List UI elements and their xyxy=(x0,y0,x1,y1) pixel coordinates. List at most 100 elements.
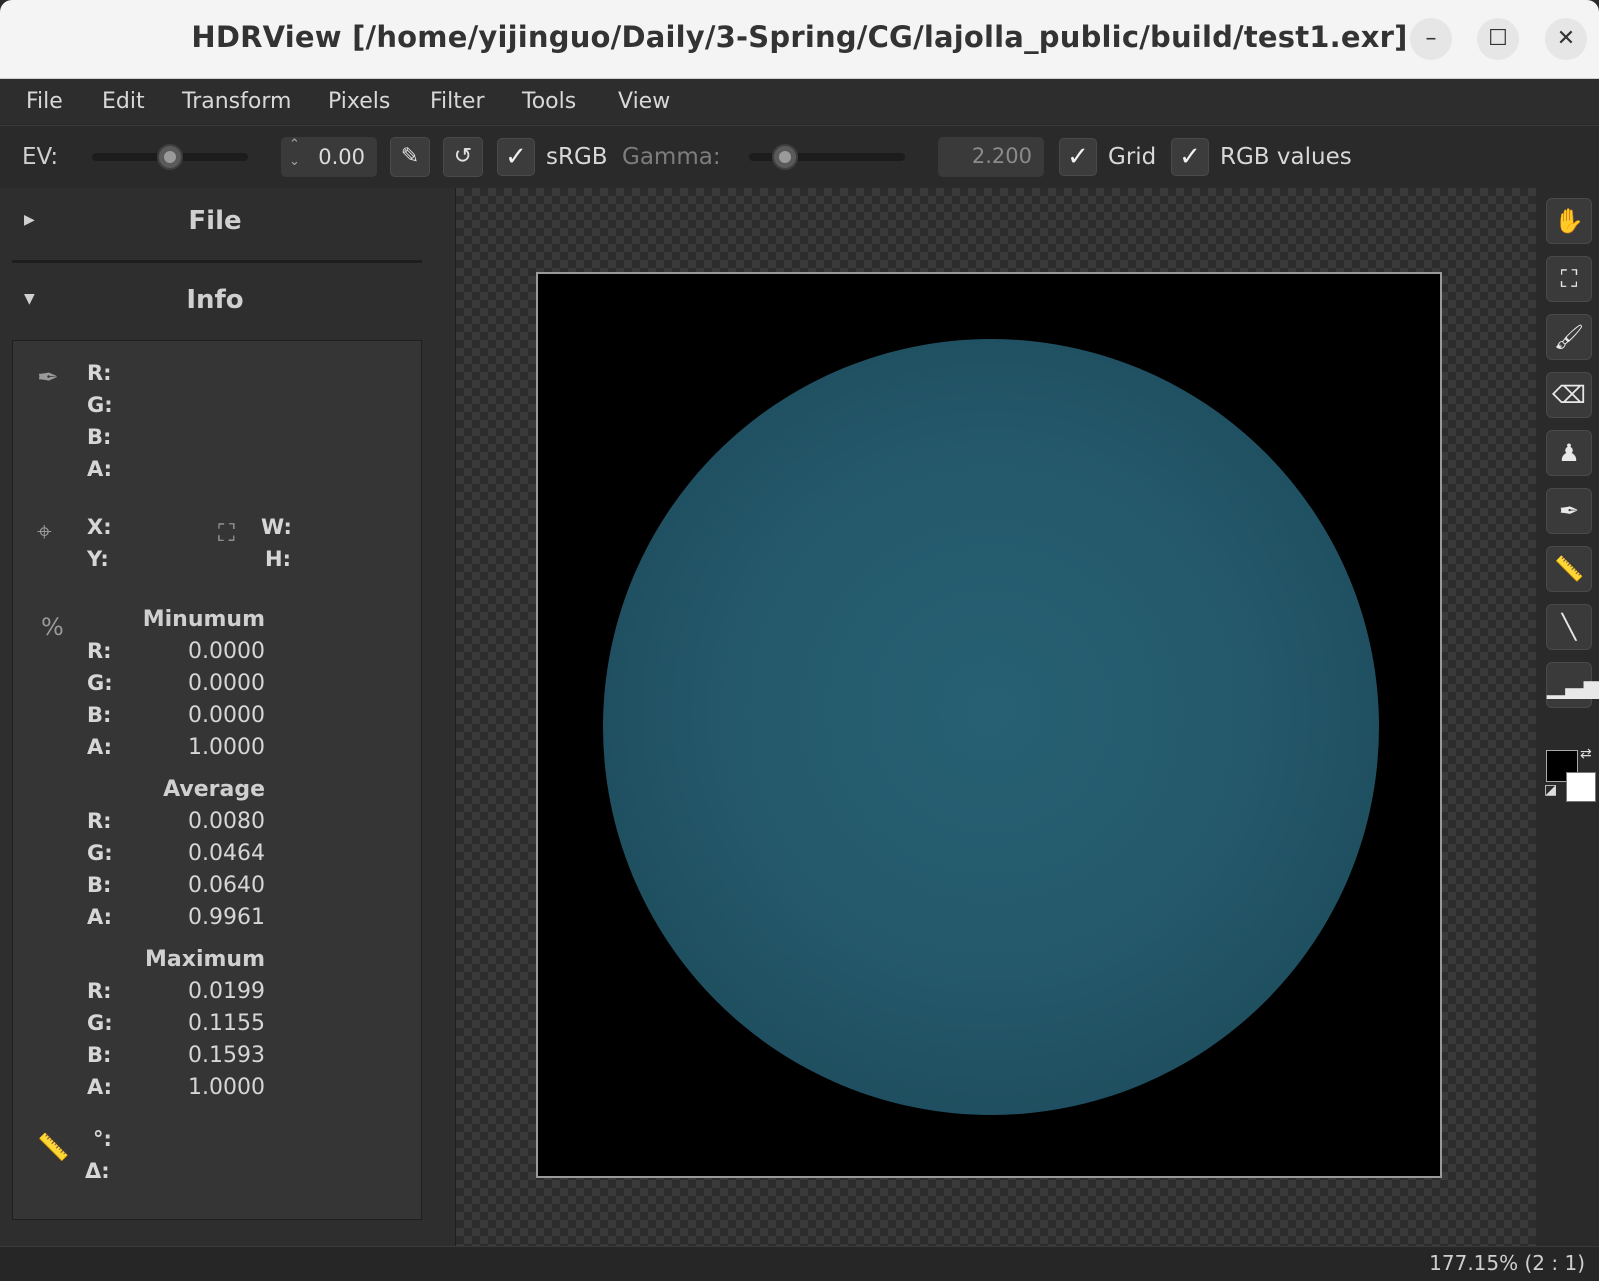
undo-icon: ↺ xyxy=(453,144,473,169)
ruler-icon: 📏 xyxy=(1554,555,1584,583)
min-g-label: G: xyxy=(87,671,113,695)
line-tool-button[interactable]: ╲ xyxy=(1546,604,1592,650)
srgb-label: sRGB xyxy=(546,144,608,170)
toolbar: EV: ⌃ ⌄ 0.00 ✎ ↺ ✓ sRGB Gamma: 2.200 ✓ G… xyxy=(0,125,1599,188)
pixel-g-label: G: xyxy=(87,393,113,417)
info-section-header[interactable]: Info xyxy=(0,285,430,315)
eyedropper-tool-button[interactable]: ✒ xyxy=(1546,488,1592,534)
y-label: Y: xyxy=(87,547,109,571)
statistics-icon: % xyxy=(41,613,64,641)
check-icon: ✓ xyxy=(505,142,527,172)
maximize-button[interactable]: ☐ xyxy=(1477,18,1519,60)
fit-icon: ⛶ xyxy=(1560,265,1578,293)
max-b-label: B: xyxy=(87,1043,112,1067)
status-bar: 177.15% (2 : 1) xyxy=(0,1246,1599,1281)
stepper-down-icon[interactable]: ⌄ xyxy=(289,154,300,169)
gamma-slider-knob[interactable] xyxy=(772,144,798,170)
tool-palette: ✋ ⛶ 🖌 ⌫ ♟ ✒ 📏 ╲ ▁▃▅▇ ⇄ ◪ xyxy=(1536,188,1599,1246)
avg-a-label: A: xyxy=(87,905,113,929)
avg-a-value: 0.9961 xyxy=(188,905,265,930)
select-tool-button[interactable]: ⛶ xyxy=(1546,256,1592,302)
w-label: W: xyxy=(261,515,292,539)
menu-tools[interactable]: Tools xyxy=(522,89,576,114)
file-section-header[interactable]: File xyxy=(0,206,430,236)
menu-bar: File Edit Transform Pixels Filter Tools … xyxy=(0,79,1599,124)
side-panel: ▶ File ▼ Info ✒ R: G: B: A: ⌖ X: Y: ⛶ W:… xyxy=(0,188,456,1246)
close-button[interactable]: ✕ xyxy=(1545,18,1587,60)
max-a-label: A: xyxy=(87,1075,113,1099)
max-r-value: 0.0199 xyxy=(188,979,265,1004)
rgb-values-checkbox[interactable]: ✓ xyxy=(1171,138,1209,176)
min-r-label: R: xyxy=(87,639,112,663)
avg-g-value: 0.0464 xyxy=(188,841,265,866)
ev-label: EV: xyxy=(22,144,59,170)
delta-label: Δ: xyxy=(85,1159,110,1183)
menu-edit[interactable]: Edit xyxy=(102,89,145,114)
histogram-tool-button[interactable]: ▁▃▅▇ xyxy=(1546,662,1599,708)
brush-icon: 🖌 xyxy=(1553,323,1585,351)
rgb-values-label: RGB values xyxy=(1220,144,1352,170)
ev-stepper[interactable]: ⌃ ⌄ 0.00 xyxy=(281,137,377,177)
rendered-sphere xyxy=(603,339,1379,1115)
brush-tool-button[interactable]: 🖌 xyxy=(1546,314,1592,360)
auto-exposure-button[interactable]: ✎ xyxy=(390,137,430,177)
title-bar: HDRView [/home/yijinguo/Daily/3-Spring/C… xyxy=(0,0,1599,79)
menu-pixels[interactable]: Pixels xyxy=(328,89,390,114)
pixel-r-label: R: xyxy=(87,361,112,385)
reset-exposure-button[interactable]: ↺ xyxy=(443,137,483,177)
minimize-button[interactable]: – xyxy=(1410,18,1452,60)
reset-colors-icon[interactable]: ◪ xyxy=(1544,782,1557,798)
ruler-tool-button[interactable]: 📏 xyxy=(1546,546,1592,592)
crosshair-icon: ⌖ xyxy=(37,517,52,547)
max-g-label: G: xyxy=(87,1011,113,1035)
average-title: Average xyxy=(163,777,265,802)
gamma-label: Gamma: xyxy=(622,144,721,170)
check-icon: ✓ xyxy=(1067,142,1089,172)
avg-r-label: R: xyxy=(87,809,112,833)
magic-wand-icon: ✎ xyxy=(400,144,420,169)
min-b-label: B: xyxy=(87,703,112,727)
zoom-level: 177.15% (2 : 1) xyxy=(1429,1251,1585,1275)
angle-label: °: xyxy=(93,1127,112,1151)
info-box: ✒ R: G: B: A: ⌖ X: Y: ⛶ W: H: % Minumum … xyxy=(12,340,422,1220)
gamma-value[interactable]: 2.200 xyxy=(938,137,1044,177)
menu-filter[interactable]: Filter xyxy=(430,89,484,114)
line-icon: ╲ xyxy=(1561,613,1577,641)
avg-g-label: G: xyxy=(87,841,113,865)
max-r-label: R: xyxy=(87,979,112,1003)
max-b-value: 0.1593 xyxy=(188,1043,265,1068)
avg-b-label: B: xyxy=(87,873,112,897)
color-swatches[interactable]: ⇄ ◪ xyxy=(1544,746,1599,804)
pixel-b-label: B: xyxy=(87,425,112,449)
ruler-icon: 📏 xyxy=(37,1133,70,1163)
image-frame[interactable] xyxy=(536,272,1442,1178)
pan-tool-button[interactable]: ✋ xyxy=(1546,198,1592,244)
eraser-icon: ⌫ xyxy=(1552,381,1586,409)
maximum-title: Maximum xyxy=(145,947,265,972)
max-a-value: 1.0000 xyxy=(188,1075,265,1100)
min-r-value: 0.0000 xyxy=(188,639,265,664)
image-canvas[interactable] xyxy=(456,188,1536,1246)
grid-checkbox[interactable]: ✓ xyxy=(1059,138,1097,176)
min-b-value: 0.0000 xyxy=(188,703,265,728)
eraser-tool-button[interactable]: ⌫ xyxy=(1546,372,1592,418)
stamp-icon: ♟ xyxy=(1558,439,1580,467)
menu-transform[interactable]: Transform xyxy=(182,89,291,114)
stamp-tool-button[interactable]: ♟ xyxy=(1546,430,1592,476)
selection-size-icon: ⛶ xyxy=(218,519,235,547)
srgb-checkbox[interactable]: ✓ xyxy=(497,138,535,176)
ev-slider-knob[interactable] xyxy=(157,144,183,170)
swap-colors-icon[interactable]: ⇄ xyxy=(1580,746,1592,762)
stepper-up-icon[interactable]: ⌃ xyxy=(289,137,300,152)
background-color-swatch[interactable] xyxy=(1566,772,1596,802)
menu-file[interactable]: File xyxy=(26,89,63,114)
check-icon: ✓ xyxy=(1179,142,1201,172)
h-label: H: xyxy=(265,547,291,571)
minimum-title: Minumum xyxy=(142,607,265,632)
grid-label: Grid xyxy=(1108,144,1157,170)
avg-b-value: 0.0640 xyxy=(188,873,265,898)
min-a-label: A: xyxy=(87,735,113,759)
ev-value[interactable]: 0.00 xyxy=(318,145,365,169)
max-g-value: 0.1155 xyxy=(188,1011,265,1036)
menu-view[interactable]: View xyxy=(618,89,670,114)
